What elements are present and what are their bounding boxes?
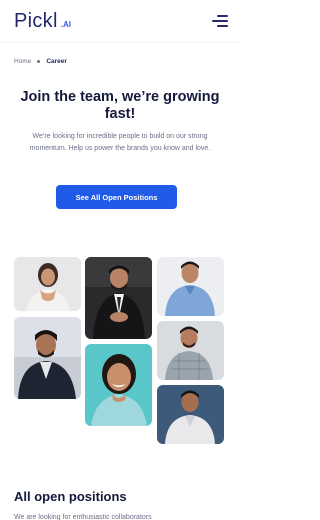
hero-title: Join the team, we’re growing fast! [20, 89, 220, 122]
breadcrumb-current: Career [46, 58, 67, 65]
logo-suffix: .AI [60, 20, 71, 29]
breadcrumb-home-link[interactable]: Home [14, 58, 31, 65]
hamburger-menu-icon[interactable] [212, 15, 228, 27]
team-photo-man-denim-shirt [157, 257, 224, 316]
open-positions-title: All open positions [14, 489, 127, 504]
open-positions-subtitle: We are looking for enthusiastic collabor… [14, 514, 152, 520]
hero-subtitle: We’re looking for incredible people to b… [29, 133, 211, 152]
pickl-logo[interactable]: Pickl .AI [14, 11, 71, 31]
team-photo-man-navy-background [157, 385, 224, 444]
team-photo-woman-teal-background [85, 344, 152, 426]
team-photo-man-beard-suit [85, 257, 152, 339]
team-photo-woman-white-top [14, 257, 81, 311]
breadcrumb: Home Career [14, 58, 67, 65]
logo-wordmark: Pickl [14, 10, 58, 32]
team-photo-man-checked-shirt [157, 321, 224, 380]
site-header: Pickl .AI [0, 0, 240, 42]
team-photo-man-dark-blazer [14, 317, 81, 399]
breadcrumb-separator-icon [37, 60, 41, 63]
see-all-open-positions-button[interactable]: See All Open Positions [56, 185, 177, 209]
